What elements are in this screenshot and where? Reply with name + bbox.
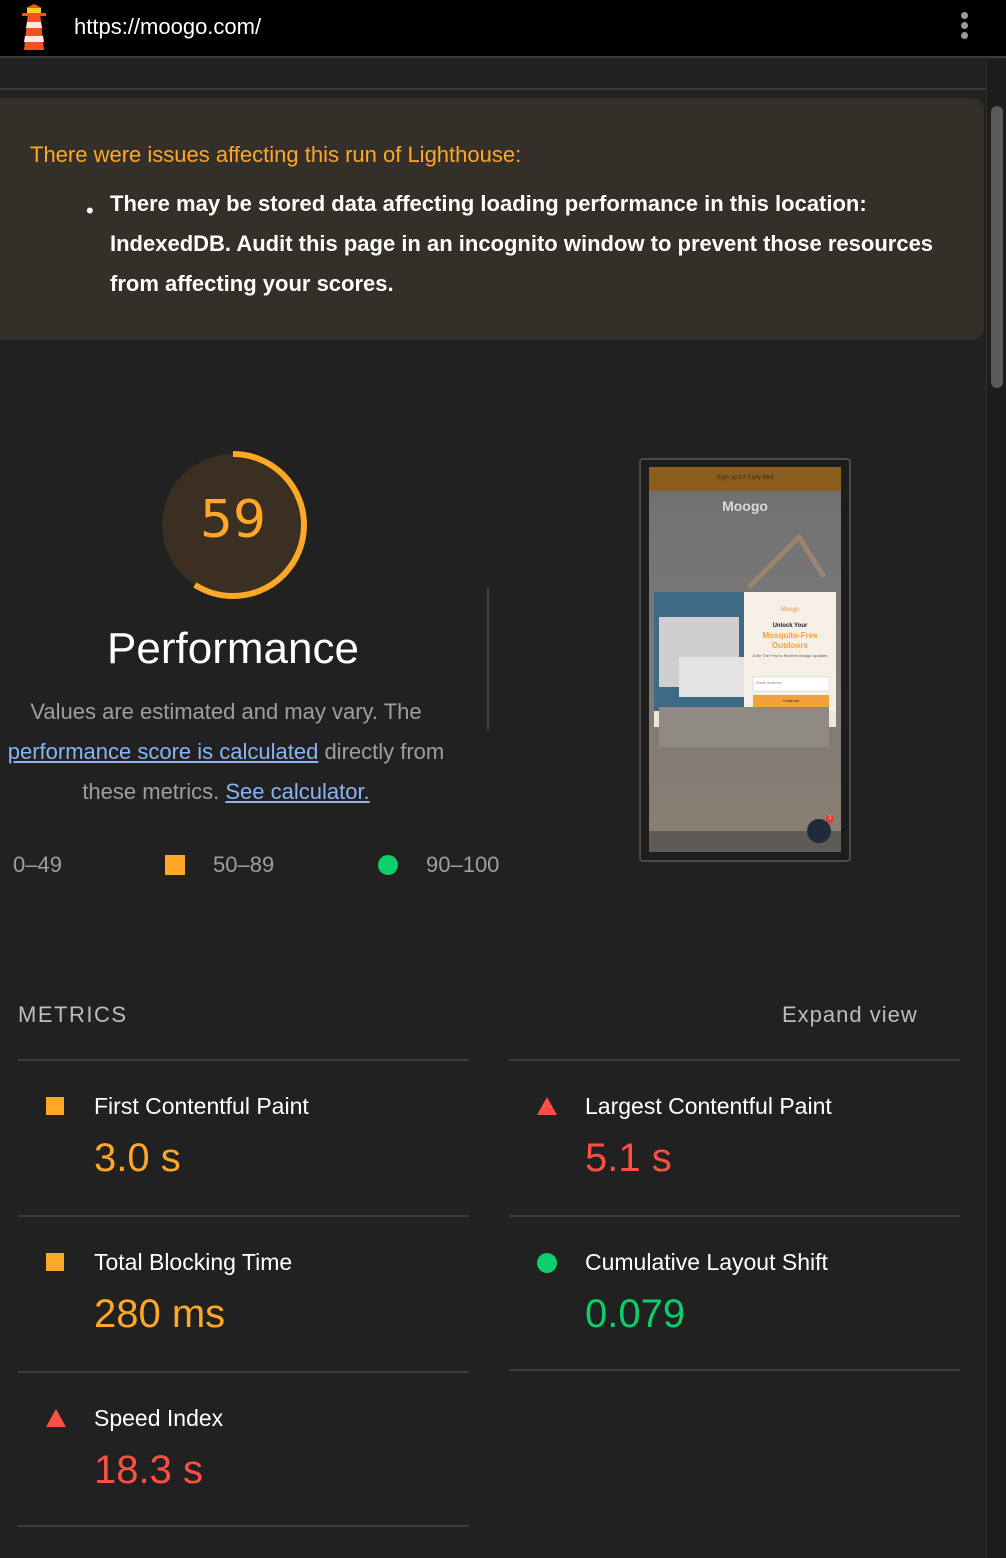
fail-triangle-icon bbox=[537, 1097, 557, 1115]
pass-circle-icon bbox=[537, 1253, 557, 1273]
legend-pass-circle-icon bbox=[378, 855, 398, 875]
metrics-divider bbox=[18, 1525, 469, 1527]
top-bar: https://moogo.com/ bbox=[0, 0, 1006, 58]
metric-value: 5.1 s bbox=[585, 1136, 672, 1180]
average-square-icon bbox=[46, 1097, 64, 1115]
metric-label: First Contentful Paint bbox=[94, 1093, 309, 1119]
legend-pass-range: 90–100 bbox=[426, 852, 500, 877]
metric-value: 18.3 s bbox=[94, 1448, 203, 1492]
expand-view-button[interactable]: Expand view bbox=[782, 1002, 918, 1028]
metric-label: Total Blocking Time bbox=[94, 1249, 293, 1275]
warning-message: There may be stored data affecting loadi… bbox=[110, 191, 934, 296]
fail-triangle-icon bbox=[46, 1409, 66, 1427]
metrics-divider bbox=[18, 1215, 469, 1217]
metrics-divider bbox=[18, 1059, 469, 1061]
lighthouse-icon bbox=[22, 4, 46, 50]
performance-title: Performance bbox=[107, 624, 359, 673]
metric-value: 3.0 s bbox=[94, 1136, 181, 1180]
metrics-divider bbox=[509, 1369, 960, 1371]
metric-label: Cumulative Layout Shift bbox=[585, 1249, 828, 1275]
popup-heading-1: Unlock Your bbox=[772, 623, 808, 629]
popup-continue-button: Continue bbox=[782, 698, 799, 703]
popup-email-input: Email Address bbox=[756, 680, 782, 685]
bullet-icon: • bbox=[86, 198, 94, 223]
metric-value: 0.079 bbox=[585, 1292, 686, 1336]
metric-value: 280 ms bbox=[94, 1292, 226, 1336]
legend-average-range: 50–89 bbox=[213, 852, 275, 877]
metrics-header: METRICS bbox=[18, 1002, 128, 1027]
metrics-divider bbox=[509, 1059, 960, 1061]
average-square-icon bbox=[46, 1253, 64, 1271]
performance-description: Values are estimated and may vary. The p… bbox=[0, 692, 466, 812]
metrics-divider bbox=[18, 1371, 469, 1373]
metrics-divider bbox=[509, 1215, 960, 1217]
desc-line1: Values are estimated and may vary. The bbox=[30, 699, 422, 724]
screenshot-brand: Moogo bbox=[722, 498, 768, 514]
chat-badge: 1 bbox=[828, 815, 832, 821]
legend-fail-range: 0–49 bbox=[13, 852, 62, 877]
popup-heading-2: Mosquito-Free bbox=[762, 631, 818, 640]
see-calculator-link[interactable]: See calculator. bbox=[225, 779, 369, 804]
scrollbar-thumb[interactable] bbox=[991, 106, 1003, 388]
kebab-menu-icon[interactable] bbox=[954, 10, 974, 46]
desc-line3: these metrics. bbox=[82, 779, 226, 804]
score-calculated-link[interactable]: performance score is calculated bbox=[8, 739, 319, 764]
legend-average-square-icon bbox=[165, 855, 185, 875]
popup-heading-3: Outdoors bbox=[772, 641, 808, 650]
vertical-divider bbox=[487, 588, 489, 730]
page-url: https://moogo.com/ bbox=[74, 14, 262, 39]
final-screenshot: Sign up for Early Bird Moogo Moogo Unloc… bbox=[649, 467, 841, 852]
warning-title: There were issues affecting this run of … bbox=[30, 142, 522, 167]
popup-subtitle: & Be The First to Receive Moogo Updates bbox=[752, 653, 828, 658]
metric-label: Speed Index bbox=[94, 1405, 224, 1431]
metric-label: Largest Contentful Paint bbox=[585, 1093, 832, 1119]
screenshot-banner-text: Sign up for Early Bird bbox=[716, 475, 774, 481]
popup-brand: Moogo bbox=[780, 607, 800, 613]
desc-after-link: directly from bbox=[318, 739, 445, 764]
run-warnings-panel: There were issues affecting this run of … bbox=[0, 98, 984, 340]
performance-score: 59 bbox=[199, 490, 267, 550]
toolbar-divider bbox=[0, 88, 986, 90]
